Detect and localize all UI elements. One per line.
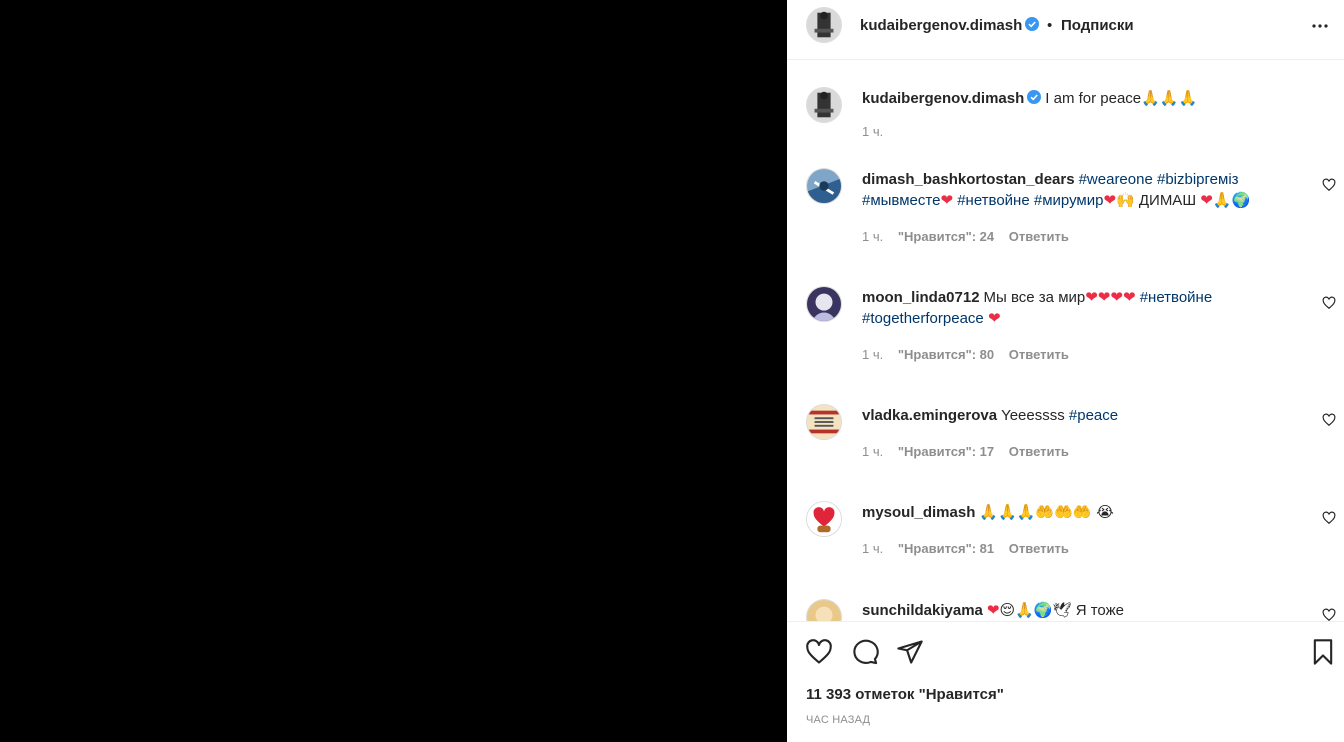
comment-time: 1 ч. — [862, 444, 884, 459]
comment-meta: 1 ч. "Нравится": 80 Ответить — [862, 347, 1080, 362]
hashtag-link[interactable]: #нетвойне — [1140, 289, 1213, 306]
comment-meta: 1 ч. "Нравится": 81 Ответить — [862, 541, 1080, 556]
comment-heart-icon[interactable] — [1322, 296, 1336, 310]
hashtag-link[interactable]: #weareone — [1079, 171, 1153, 188]
raised-hands-emoji: 🙌 — [1116, 191, 1135, 209]
verified-badge-icon — [1027, 90, 1042, 104]
caption-username[interactable]: kudaibergenov.dimash — [862, 90, 1042, 107]
comment-meta: 1 ч. "Нравится": 24 Ответить — [862, 229, 1080, 244]
post-side-panel: kudaibergenov.dimash • Подписки kudaiber… — [787, 0, 1344, 742]
comment-text: mysoul_dimash 🙏🙏🙏🤲🤲🤲 😭 — [862, 502, 1302, 523]
hashtag-link[interactable]: #мывместе — [862, 192, 940, 209]
commenter-avatar[interactable] — [806, 286, 842, 322]
commenter-avatar[interactable] — [806, 404, 842, 440]
red-heart-emoji: ❤ — [987, 309, 1001, 327]
comment-heart-icon[interactable] — [1322, 511, 1336, 525]
hashtag-link[interactable]: #нетвойне — [957, 192, 1030, 209]
follow-separator: • — [1047, 17, 1053, 34]
red-heart-emoji: ❤ — [986, 601, 1000, 619]
like-count[interactable]: 11 393 отметок "Нравится" — [806, 686, 1004, 703]
post-actions: 11 393 отметок "Нравится" ЧАС НАЗАД — [787, 621, 1344, 742]
caption-time: 1 ч. — [862, 124, 884, 139]
post-timestamp[interactable]: ЧАС НАЗАД — [806, 714, 870, 726]
bookmark-icon[interactable] — [1309, 638, 1337, 666]
comment-like-count[interactable]: "Нравится": 24 — [898, 229, 994, 244]
hashtag-link[interactable]: #peace — [1069, 407, 1118, 424]
comment-text: dimash_bashkortostan_dears #weareone #biz… — [862, 169, 1302, 211]
comment-heart-icon[interactable] — [1322, 178, 1336, 192]
post-media[interactable] — [0, 0, 787, 742]
author-username[interactable]: kudaibergenov.dimash — [860, 17, 1040, 34]
reply-button[interactable]: Ответить — [1009, 347, 1069, 362]
red-heart-emoji: ❤ — [1200, 191, 1213, 209]
post-header: kudaibergenov.dimash • Подписки — [787, 0, 1344, 60]
comment-time: 1 ч. — [862, 541, 884, 556]
heart-outline-icon[interactable] — [805, 638, 833, 666]
comment-like-count[interactable]: "Нравится": 80 — [898, 347, 994, 362]
commenter-username[interactable]: vladka.emingerova — [862, 407, 997, 424]
caption-meta: 1 ч. — [862, 124, 894, 139]
comment-like-count[interactable]: "Нравится": 81 — [898, 541, 994, 556]
red-heart-emoji: ❤❤❤❤ — [1085, 288, 1136, 306]
emoji-group: 🙏🌍 — [1212, 191, 1251, 209]
caption-body: I am for peace — [1045, 90, 1142, 107]
comment-plain-text: Я тоже — [1075, 602, 1124, 619]
verified-badge-icon — [1025, 17, 1040, 31]
send-paper-plane-icon[interactable] — [896, 638, 924, 666]
red-heart-emoji: ❤ — [1103, 191, 1117, 209]
more-horizontal-icon[interactable] — [1308, 14, 1332, 38]
commenter-username[interactable]: moon_linda0712 — [862, 289, 980, 306]
reply-button[interactable]: Ответить — [1009, 444, 1069, 459]
comment-text: sunchildakiyama ❤😌🙏🌍🕊 Я тоже — [862, 600, 1302, 621]
emoji-group: 😌🙏🌍🕊 — [999, 601, 1072, 619]
comment-time: 1 ч. — [862, 347, 884, 362]
hashtag-link[interactable]: #togetherforpeace — [862, 310, 984, 327]
commenter-avatar[interactable] — [806, 168, 842, 204]
red-heart-emoji: ❤ — [940, 191, 954, 209]
comments-list[interactable]: kudaibergenov.dimash I am for peace🙏🙏🙏 1 … — [787, 60, 1344, 621]
caption-emoji: 🙏🙏🙏 — [1141, 89, 1198, 107]
commenter-username[interactable]: mysoul_dimash — [862, 504, 975, 521]
comment-text: moon_linda0712 Мы все за мир❤❤❤❤ #нетвойн… — [862, 287, 1302, 329]
comment-meta: 1 ч. "Нравится": 17 Ответить — [862, 444, 1080, 459]
comment-heart-icon[interactable] — [1322, 413, 1336, 427]
comment-heart-icon[interactable] — [1322, 608, 1336, 621]
commenter-username[interactable]: sunchildakiyama — [862, 602, 983, 619]
author-avatar[interactable] — [806, 7, 842, 43]
comment-plain-text: Мы все за мир — [983, 289, 1086, 306]
comment-plain-text: ДИМАШ — [1138, 192, 1197, 209]
hashtag-link[interactable]: #bizbiргеміз — [1157, 171, 1239, 188]
comment-emoji: 🙏🙏🙏🤲🤲🤲 😭 — [979, 503, 1114, 521]
caption-text: kudaibergenov.dimash I am for peace🙏🙏🙏 — [862, 88, 1302, 109]
reply-button[interactable]: Ответить — [1009, 541, 1069, 556]
comment-text: vladka.emingerova Yeeessss #peace — [862, 405, 1302, 426]
commenter-username[interactable]: dimash_bashkortostan_dears — [862, 171, 1075, 188]
reply-button[interactable]: Ответить — [1009, 229, 1069, 244]
author-avatar[interactable] — [806, 87, 842, 123]
comment-plain-text: Yeeessss — [1001, 407, 1065, 424]
hashtag-link[interactable]: #мирумир — [1034, 192, 1104, 209]
commenter-avatar[interactable] — [806, 501, 842, 537]
comment-bubble-icon[interactable] — [851, 638, 879, 666]
comment-time: 1 ч. — [862, 229, 884, 244]
comment-like-count[interactable]: "Нравится": 17 — [898, 444, 994, 459]
following-button[interactable]: Подписки — [1061, 17, 1134, 34]
commenter-avatar[interactable] — [806, 599, 842, 621]
